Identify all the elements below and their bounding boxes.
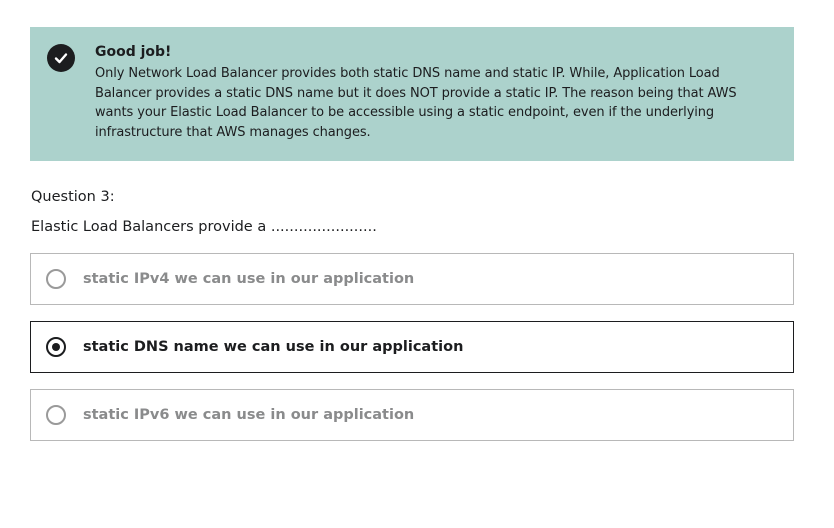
answer-option-label: static IPv6 we can use in our applicatio… — [83, 407, 415, 423]
feedback-banner: Good job! Only Network Load Balancer pro… — [30, 27, 794, 161]
radio-button[interactable] — [46, 269, 66, 289]
feedback-explanation: Only Network Load Balancer provides both… — [95, 66, 737, 140]
question-prompt: Elastic Load Balancers provide a .......… — [31, 219, 377, 235]
radio-button[interactable] — [46, 405, 66, 425]
question-number: Question 3: — [31, 189, 115, 205]
answer-option-2[interactable]: static DNS name we can use in our applic… — [30, 321, 794, 373]
answer-option-3[interactable]: static IPv6 we can use in our applicatio… — [30, 389, 794, 441]
answer-option-label: static DNS name we can use in our applic… — [83, 339, 464, 355]
radio-selected-dot — [52, 343, 60, 351]
radio-button-selected[interactable] — [46, 337, 66, 357]
feedback-title: Good job! — [95, 44, 172, 60]
check-circle-icon — [47, 44, 75, 72]
answer-option-1[interactable]: static IPv4 we can use in our applicatio… — [30, 253, 794, 305]
answer-option-label: static IPv4 we can use in our applicatio… — [83, 271, 415, 287]
